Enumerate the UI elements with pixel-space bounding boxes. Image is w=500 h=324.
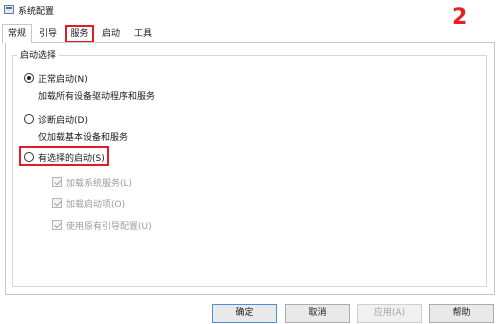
annotation-step-number: 2 [452, 5, 468, 30]
window-title: 系统配置 [18, 7, 55, 17]
system-config-app-icon [4, 5, 14, 14]
startup-selection-label: 启动选择 [17, 48, 60, 61]
normal-startup-description: 加载所有设备驱动程序和服务 [38, 92, 156, 102]
load-startup-items-checkbox[interactable] [52, 198, 62, 208]
diagnostic-startup-description: 仅加载基本设备和服务 [38, 133, 129, 143]
tab-services[interactable]: 服务 [65, 25, 94, 43]
ok-button[interactable]: 确定 [212, 304, 277, 323]
tab-boot[interactable]: 引导 [33, 26, 63, 42]
selective-startup-radio[interactable] [24, 152, 34, 162]
apply-button[interactable]: 应用(A) [357, 304, 422, 323]
load-system-services-label: 加载系统服务(L) [66, 179, 133, 189]
selective-startup-label[interactable]: 有选择的启动(S) [38, 151, 105, 164]
load-startup-items-label: 加载启动项(O) [66, 200, 126, 210]
diagnostic-startup-radio[interactable] [24, 114, 34, 124]
use-original-boot-config-label: 使用原有引导配置(U) [66, 222, 152, 232]
tab-startup[interactable]: 启动 [96, 26, 126, 42]
help-button[interactable]: 帮助 [429, 304, 494, 323]
normal-startup-label[interactable]: 正常启动(N) [38, 72, 88, 85]
normal-startup-radio[interactable] [24, 73, 34, 83]
title-bar: 系统配置 [0, 0, 500, 22]
tab-tools[interactable]: 工具 [128, 26, 158, 42]
diagnostic-startup-label[interactable]: 诊断启动(D) [38, 113, 88, 126]
use-original-boot-config-checkbox[interactable] [52, 220, 62, 230]
load-system-services-checkbox[interactable] [52, 177, 62, 187]
tab-bar: 常规 引导 服务 启动 工具 [0, 24, 170, 43]
tab-general[interactable]: 常规 [2, 24, 32, 43]
cancel-button[interactable]: 取消 [285, 304, 350, 323]
